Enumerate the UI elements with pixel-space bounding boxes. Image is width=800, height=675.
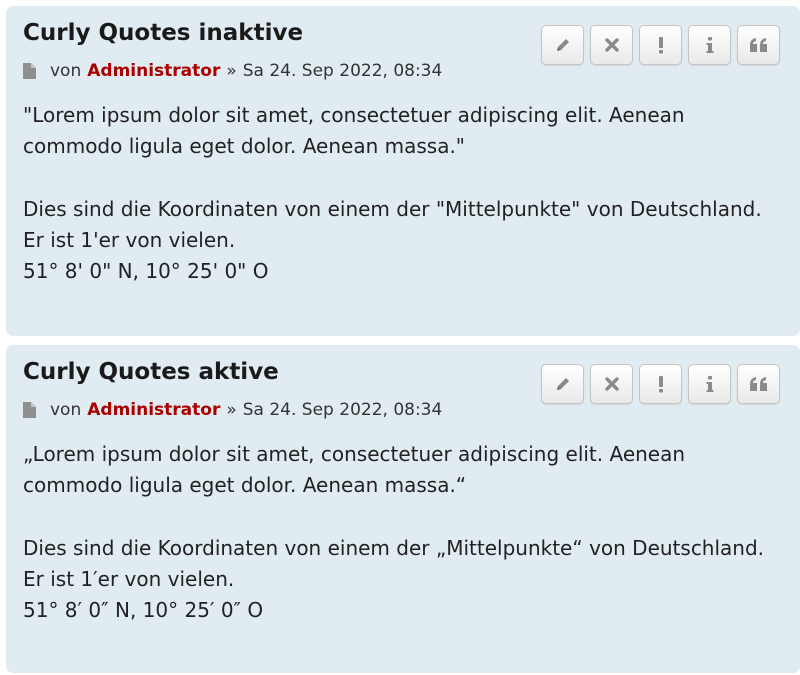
content-line: "Lorem ipsum dolor sit amet, consectetue… bbox=[23, 103, 685, 127]
report-button[interactable] bbox=[639, 364, 682, 404]
post-meta: von Administrator » Sa 24. Sep 2022, 08:… bbox=[23, 400, 442, 420]
post-date: Sa 24. Sep 2022, 08:34 bbox=[242, 400, 443, 420]
author-link[interactable]: Administrator bbox=[87, 61, 220, 81]
meta-separator: » bbox=[226, 61, 237, 81]
info-button[interactable] bbox=[688, 364, 731, 404]
content-line: Er ist 1′er von vielen. bbox=[23, 567, 235, 591]
post-actions bbox=[541, 364, 780, 404]
info-icon bbox=[706, 376, 713, 392]
info-button[interactable] bbox=[688, 25, 731, 65]
post-content: „Lorem ipsum dolor sit amet, consectetue… bbox=[23, 439, 764, 626]
post-title[interactable]: Curly Quotes aktive bbox=[23, 359, 279, 385]
pencil-icon bbox=[556, 39, 569, 51]
quote-button[interactable] bbox=[737, 25, 780, 65]
post-date: Sa 24. Sep 2022, 08:34 bbox=[242, 61, 443, 81]
author-link[interactable]: Administrator bbox=[87, 400, 220, 420]
info-icon bbox=[706, 37, 713, 53]
delete-button[interactable] bbox=[590, 364, 633, 404]
content-line: commodo ligula eget dolor. Aenean massa.… bbox=[23, 473, 467, 497]
content-line: Er ist 1'er von vielen. bbox=[23, 228, 236, 252]
exclamation-icon bbox=[658, 37, 663, 54]
meta-by: von bbox=[50, 400, 82, 420]
edit-button[interactable] bbox=[541, 25, 584, 65]
meta-separator: » bbox=[226, 400, 237, 420]
post-2: Curly Quotes aktive von Administrator » … bbox=[6, 345, 800, 673]
report-button[interactable] bbox=[639, 25, 682, 65]
content-line: 51° 8′ 0″ N, 10° 25′ 0″ O bbox=[23, 598, 264, 622]
quote-icon bbox=[749, 377, 767, 391]
content-line: Dies sind die Koordinaten von einem der … bbox=[23, 536, 765, 560]
quote-icon bbox=[749, 38, 767, 52]
content-line: „Lorem ipsum dolor sit amet, consectetue… bbox=[23, 442, 686, 466]
delete-button[interactable] bbox=[590, 25, 633, 65]
close-icon bbox=[604, 377, 619, 391]
edit-button[interactable] bbox=[541, 364, 584, 404]
content-line: commodo ligula eget dolor. Aenean massa.… bbox=[23, 134, 466, 158]
post-actions bbox=[541, 25, 780, 65]
document-icon bbox=[23, 63, 36, 79]
exclamation-icon bbox=[658, 376, 663, 393]
quote-button[interactable] bbox=[737, 364, 780, 404]
post-1: Curly Quotes inaktive von Administrator … bbox=[6, 6, 800, 336]
meta-by: von bbox=[50, 61, 82, 81]
pencil-icon bbox=[556, 378, 569, 390]
content-line: 51° 8' 0" N, 10° 25' 0" O bbox=[23, 259, 269, 283]
post-title[interactable]: Curly Quotes inaktive bbox=[23, 20, 303, 46]
content-line: Dies sind die Koordinaten von einem der … bbox=[23, 197, 762, 221]
close-icon bbox=[604, 38, 619, 52]
document-icon bbox=[23, 402, 36, 418]
post-content: "Lorem ipsum dolor sit amet, consectetue… bbox=[23, 100, 762, 287]
post-meta: von Administrator » Sa 24. Sep 2022, 08:… bbox=[23, 61, 442, 81]
